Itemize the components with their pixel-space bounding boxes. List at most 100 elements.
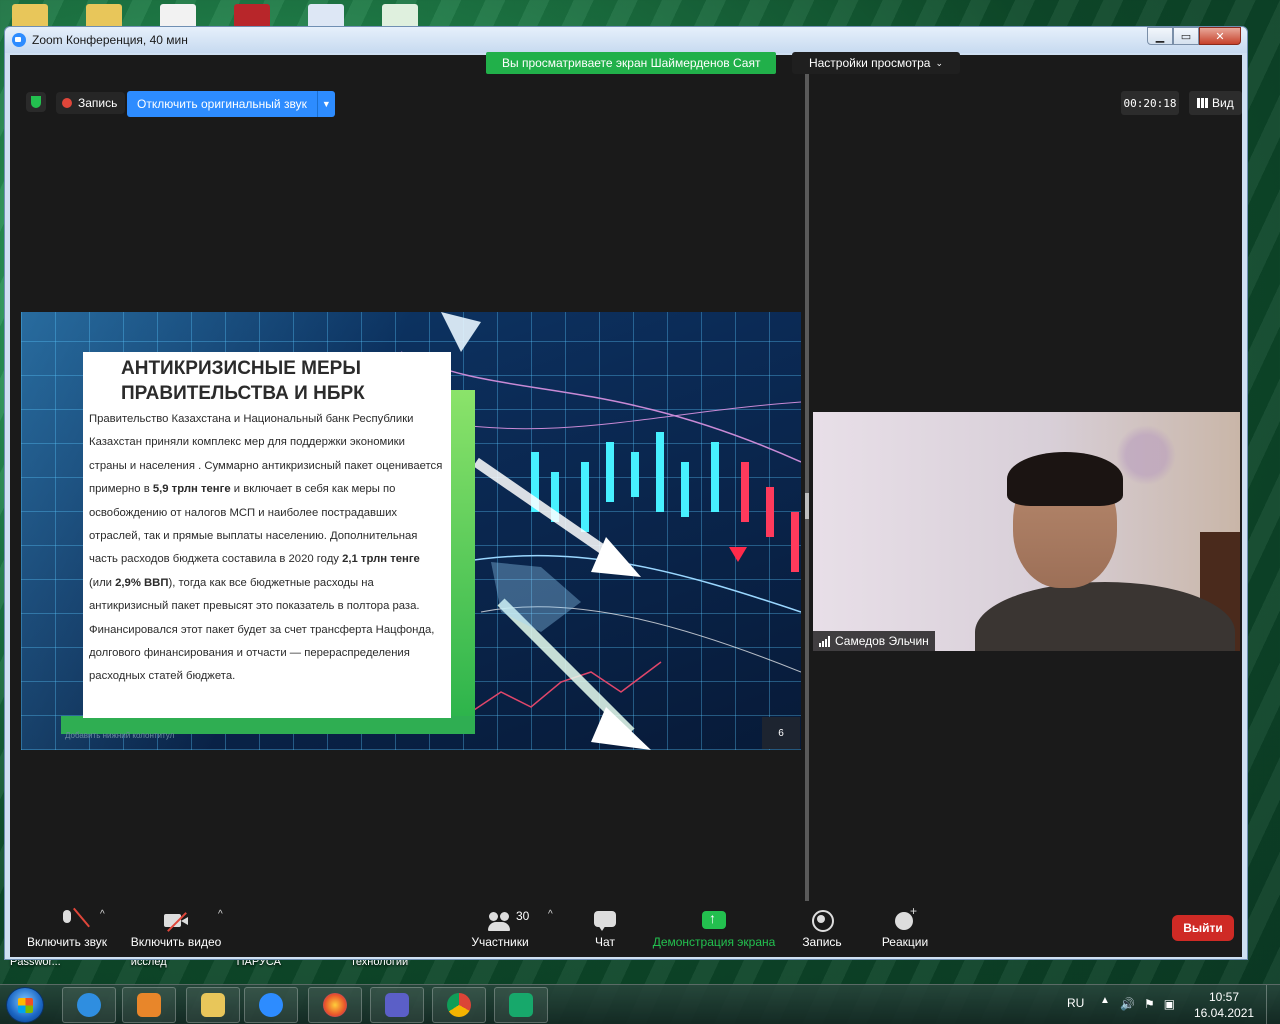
participants-count: 30	[516, 909, 530, 923]
shared-screen-pane: Запись Отключить оригинальный звук ▼ АНТ…	[10, 55, 804, 901]
unmute-label: Включить звук	[26, 935, 108, 949]
slide-text-card: АНТИКРИЗИСНЫЕ МЕРЫ ПРАВИТЕЛЬСТВА И НБРК …	[83, 352, 451, 718]
slide-body-text: Правительство Казахстана и Национальный …	[89, 408, 445, 689]
meeting-timer: 00:20:18	[1121, 91, 1179, 115]
record-icon	[810, 909, 834, 932]
slide-title-line: АНТИКРИЗИСНЫЕ МЕРЫ	[121, 358, 361, 379]
zoom-logo-icon	[12, 33, 26, 47]
windows-taskbar: RU ▲ 🔊 ⚑ ▣ 10:57 16.04.2021	[0, 984, 1280, 1024]
meeting-area: Запись Отключить оригинальный звук ▼ АНТ…	[10, 55, 1242, 957]
slide-bold-text: 2,9% ВВП	[115, 576, 169, 589]
taskbar-antivirus[interactable]	[494, 987, 548, 1023]
slide-text: ), тогда как все бюджетные расходы на ан…	[89, 576, 435, 683]
reactions-label: Реакции	[881, 935, 929, 949]
taskbar-media-player[interactable]	[122, 987, 176, 1023]
screen-share-banner: Вы просматриваете экран Шаймерденов Саят	[486, 52, 777, 74]
taskbar-firefox[interactable]	[308, 987, 362, 1023]
start-button[interactable]	[6, 987, 44, 1023]
chat-icon	[593, 909, 617, 931]
signal-icon	[819, 635, 830, 647]
taskbar-explorer[interactable]	[186, 987, 240, 1023]
participant-name: Самедов Эльчин	[835, 634, 929, 648]
grid-icon	[1197, 98, 1208, 108]
start-video-label: Включить видео	[130, 935, 222, 949]
shield-icon	[509, 993, 533, 1017]
media-player-icon	[137, 993, 161, 1017]
title-bar[interactable]: Zoom Конференция, 40 мин ▁ ▭ ✕	[5, 27, 1247, 53]
slide-green-accent	[451, 390, 475, 732]
show-desktop-button[interactable]	[1266, 985, 1280, 1024]
folder-icon	[201, 993, 225, 1017]
shield-icon[interactable]	[26, 92, 46, 112]
participants-icon: 30	[488, 909, 529, 931]
participants-options-caret[interactable]: ^	[548, 909, 553, 920]
chevron-down-icon: ⌄	[935, 57, 944, 68]
tray-icons: 🔊 ⚑ ▣	[1120, 997, 1175, 1011]
slide-title-line: ПРАВИТЕЛЬСТВА И НБРК	[121, 383, 365, 404]
view-settings-label: Настройки просмотра	[808, 56, 931, 70]
taskbar-zoom[interactable]	[244, 987, 298, 1023]
video-options-caret[interactable]: ^	[218, 909, 223, 920]
taskbar-chrome[interactable]	[432, 987, 486, 1023]
firefox-icon	[323, 993, 347, 1017]
record-button[interactable]: Запись	[797, 901, 847, 957]
internet-explorer-icon	[77, 993, 101, 1017]
taskbar-ie[interactable]	[62, 987, 116, 1023]
reactions-icon	[893, 904, 917, 931]
action-center-icon[interactable]: ⚑	[1144, 997, 1155, 1011]
clock-time: 10:57	[1208, 990, 1240, 1004]
share-screen-button[interactable]: Демонстрация экрана	[649, 901, 779, 957]
participant-name-tag: Самедов Эльчин	[813, 631, 935, 651]
start-video-button[interactable]: Включить видео	[129, 901, 223, 957]
chrome-icon	[447, 993, 471, 1017]
slide-title: АНТИКРИЗИСНЫЕ МЕРЫ ПРАВИТЕЛЬСТВА И НБРК	[121, 356, 445, 406]
minimize-button[interactable]: ▁	[1147, 27, 1173, 45]
recording-indicator[interactable]: Запись	[56, 92, 126, 114]
presentation-slide: АНТИКРИЗИСНЫЕ МЕРЫ ПРАВИТЕЛЬСТВА И НБРК …	[21, 312, 801, 750]
zoom-icon	[259, 993, 283, 1017]
pane-divider[interactable]	[805, 55, 809, 901]
record-label: Запись	[802, 935, 842, 949]
close-button[interactable]: ✕	[1199, 27, 1241, 45]
chevron-down-icon[interactable]: ▼	[316, 91, 335, 117]
share-screen-label: Демонстрация экрана	[652, 935, 776, 949]
language-indicator[interactable]: RU	[1067, 996, 1084, 1010]
maximize-button[interactable]: ▭	[1173, 27, 1199, 45]
participants-label: Участники	[471, 935, 529, 949]
original-sound-control: Отключить оригинальный звук ▼	[127, 91, 335, 117]
participants-button[interactable]: 30 Участники	[465, 901, 535, 957]
volume-icon[interactable]: 🔊	[1120, 997, 1135, 1011]
mic-muted-icon	[55, 909, 79, 931]
record-dot-icon	[62, 98, 72, 108]
chat-label: Чат	[595, 935, 615, 949]
audio-options-caret[interactable]: ^	[100, 909, 105, 920]
unmute-button[interactable]: Включить звук	[25, 901, 109, 957]
reactions-button[interactable]: Реакции	[875, 901, 935, 957]
taskbar-teams[interactable]	[370, 987, 424, 1023]
network-icon[interactable]: ▣	[1164, 997, 1175, 1011]
tray-expand-icon[interactable]: ▲	[1100, 995, 1110, 1006]
window-title: Zoom Конференция, 40 мин	[32, 33, 188, 47]
view-settings-button[interactable]: Настройки просмотра ⌄	[792, 52, 960, 74]
share-screen-icon	[702, 909, 726, 931]
system-clock[interactable]: 10:57 16.04.2021	[1194, 989, 1254, 1021]
original-sound-button[interactable]: Отключить оригинальный звук	[127, 91, 317, 117]
participant-video-person	[975, 452, 1235, 651]
view-button[interactable]: Вид	[1189, 91, 1242, 115]
zoom-window: Zoom Конференция, 40 мин ▁ ▭ ✕ Запись От…	[4, 26, 1248, 960]
clock-date: 16.04.2021	[1194, 1006, 1255, 1020]
view-label: Вид	[1212, 96, 1234, 110]
pane-divider-handle[interactable]	[805, 493, 809, 519]
slide-footer: Добавить нижний колонтитул	[65, 731, 175, 740]
leave-button[interactable]: Выйти	[1172, 915, 1234, 941]
teams-icon	[385, 993, 409, 1017]
slide-bold-text: 5,9 трлн тенге	[152, 483, 231, 496]
recording-label: Запись	[78, 96, 118, 110]
chat-button[interactable]: Чат	[585, 901, 625, 957]
slide-bold-text: 2,1 трлн тенге	[342, 553, 420, 566]
window-controls: ▁ ▭ ✕	[1147, 27, 1241, 45]
slide-text: (или	[89, 576, 116, 589]
participant-video-tile[interactable]: Самедов Эльчин	[813, 412, 1240, 651]
meeting-toolbar: Включить звук ^ Включить видео ^ 30 Учас…	[10, 901, 1242, 957]
camera-off-icon	[164, 909, 188, 931]
